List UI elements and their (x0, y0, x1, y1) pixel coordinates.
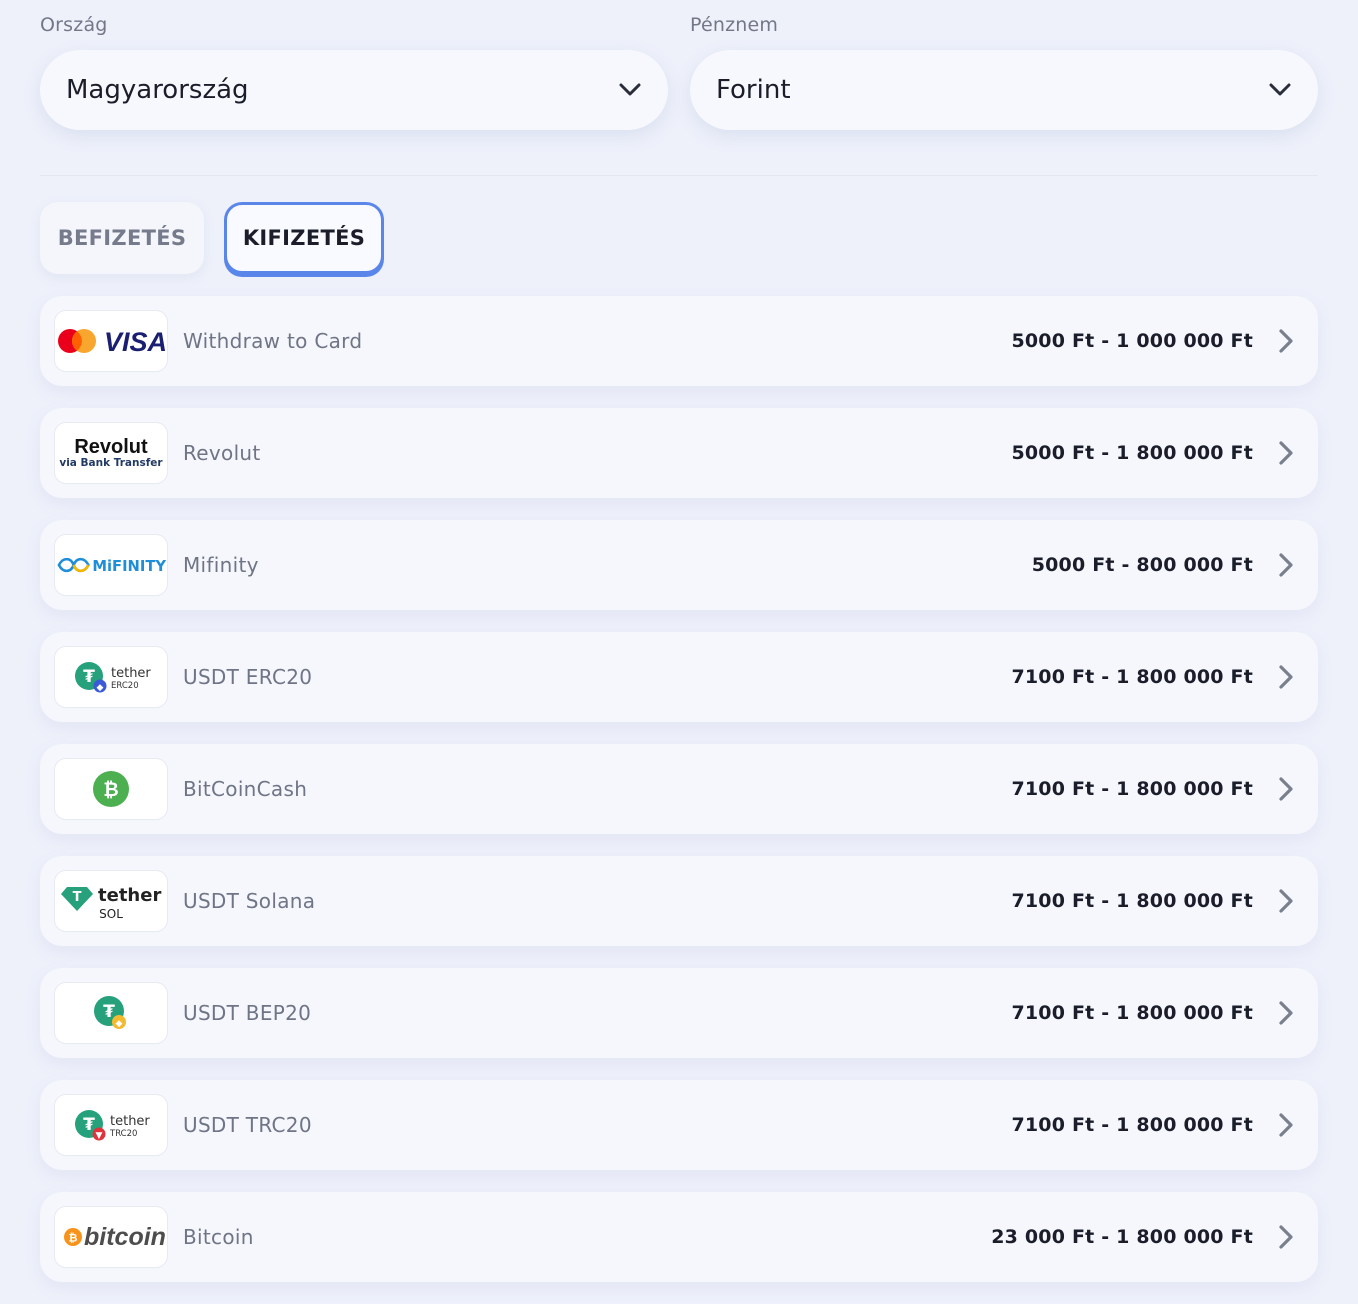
chevron-right-icon (1276, 888, 1296, 914)
tether-bep20-logo: ₮ ◆ (54, 982, 168, 1044)
currency-value: Forint (716, 75, 791, 105)
svg-text:₿: ₿ (103, 779, 118, 801)
method-range: 7100 Ft - 1 800 000 Ft (1011, 778, 1253, 800)
tether-trc20-logo: ₮ ▼ tether TRC20 (54, 1094, 168, 1156)
method-range: 23 000 Ft - 1 800 000 Ft (991, 1226, 1253, 1248)
svg-text:₿: ₿ (69, 1232, 78, 1245)
payment-method-bitcoincash[interactable]: ₿ BitCoinCash 7100 Ft - 1 800 000 Ft (40, 744, 1318, 834)
method-range: 5000 Ft - 1 000 000 Ft (1011, 330, 1253, 352)
tether-text: tether (98, 885, 161, 906)
method-name: Withdraw to Card (183, 329, 363, 353)
method-range: 7100 Ft - 1 800 000 Ft (1011, 1002, 1253, 1024)
svg-text:▼: ▼ (96, 1131, 103, 1141)
svg-text:₮: ₮ (83, 667, 95, 687)
revolut-logo: Revolut via Bank Transfer (54, 422, 168, 484)
tab-deposit[interactable]: BEFIZETÉS (40, 202, 204, 274)
tether-sub: TRC20 (109, 1129, 137, 1139)
bitcoin-text: bitcoin (84, 1223, 166, 1251)
country-value: Magyarország (66, 75, 249, 105)
chevron-right-icon (1276, 1224, 1296, 1250)
revolut-text: Revolut (74, 436, 148, 458)
mifinity-text: MiFINITY (92, 558, 166, 575)
tabs: BEFIZETÉS KIFIZETÉS (40, 202, 1318, 274)
country-field: Ország Magyarország (40, 0, 668, 130)
method-name: Mifinity (183, 553, 259, 577)
payment-method-card[interactable]: VISA Withdraw to Card 5000 Ft - 1 000 00… (40, 296, 1318, 386)
selectors: Ország Magyarország Pénznem Forint (40, 0, 1318, 130)
tether-sol-logo: T tether SOL (54, 870, 168, 932)
currency-select[interactable]: Forint (690, 50, 1318, 130)
payment-method-usdt-erc20[interactable]: ₮ ◆ tether ERC20 USDT ERC20 7100 Ft - 1 … (40, 632, 1318, 722)
chevron-down-icon (1266, 76, 1294, 104)
method-range: 5000 Ft - 1 800 000 Ft (1011, 442, 1253, 464)
svg-text:T: T (73, 890, 82, 905)
currency-field: Pénznem Forint (690, 0, 1318, 130)
method-range: 7100 Ft - 1 800 000 Ft (1011, 666, 1253, 688)
bitcoin-cash-logo: ₿ (54, 758, 168, 820)
method-name: USDT TRC20 (183, 1113, 312, 1137)
chevron-right-icon (1276, 328, 1296, 354)
chevron-right-icon (1276, 1000, 1296, 1026)
mastercard-visa-logo: VISA (54, 310, 168, 372)
method-name: Revolut (183, 441, 261, 465)
method-range: 7100 Ft - 1 800 000 Ft (1011, 890, 1253, 912)
chevron-down-icon (616, 76, 644, 104)
tether-text: tether (111, 666, 151, 681)
tether-erc20-logo: ₮ ◆ tether ERC20 (54, 646, 168, 708)
payment-method-revolut[interactable]: Revolut via Bank Transfer Revolut 5000 F… (40, 408, 1318, 498)
currency-label: Pénznem (690, 14, 779, 36)
chevron-right-icon (1276, 664, 1296, 690)
chevron-right-icon (1276, 1112, 1296, 1138)
country-select[interactable]: Magyarország (40, 50, 668, 130)
chevron-right-icon (1276, 440, 1296, 466)
method-range: 7100 Ft - 1 800 000 Ft (1011, 1114, 1253, 1136)
tether-text: tether (110, 1114, 150, 1129)
payment-methods-list: VISA Withdraw to Card 5000 Ft - 1 000 00… (40, 296, 1318, 1282)
revolut-sub: via Bank Transfer (59, 457, 163, 469)
method-name: USDT BEP20 (183, 1001, 312, 1025)
tab-withdrawal[interactable]: KIFIZETÉS (224, 202, 384, 274)
bitcoin-logo: ₿ bitcoin (54, 1206, 168, 1268)
payment-method-mifinity[interactable]: MiFINITY Mifinity 5000 Ft - 800 000 Ft (40, 520, 1318, 610)
divider (40, 175, 1318, 176)
mifinity-logo: MiFINITY (54, 534, 168, 596)
svg-text:◆: ◆ (97, 683, 104, 693)
chevron-right-icon (1276, 776, 1296, 802)
method-name: Bitcoin (183, 1225, 254, 1249)
method-name: USDT Solana (183, 889, 316, 913)
tether-sub: ERC20 (111, 681, 139, 691)
method-range: 5000 Ft - 800 000 Ft (1031, 554, 1253, 576)
payment-method-usdt-solana[interactable]: T tether SOL USDT Solana 7100 Ft - 1 800… (40, 856, 1318, 946)
tether-sub: SOL (99, 907, 123, 921)
payment-method-usdt-trc20[interactable]: ₮ ▼ tether TRC20 USDT TRC20 7100 Ft - 1 … (40, 1080, 1318, 1170)
chevron-right-icon (1276, 552, 1296, 578)
payment-method-usdt-bep20[interactable]: ₮ ◆ USDT BEP20 7100 Ft - 1 800 000 Ft (40, 968, 1318, 1058)
payment-method-bitcoin[interactable]: ₿ bitcoin Bitcoin 23 000 Ft - 1 800 000 … (40, 1192, 1318, 1282)
country-label: Ország (40, 14, 108, 36)
payment-page: Ország Magyarország Pénznem Forint BEFIZ… (40, 0, 1318, 1304)
svg-text:◆: ◆ (116, 1019, 123, 1029)
visa-text: VISA (104, 327, 166, 357)
method-name: USDT ERC20 (183, 665, 313, 689)
method-name: BitCoinCash (183, 777, 308, 801)
